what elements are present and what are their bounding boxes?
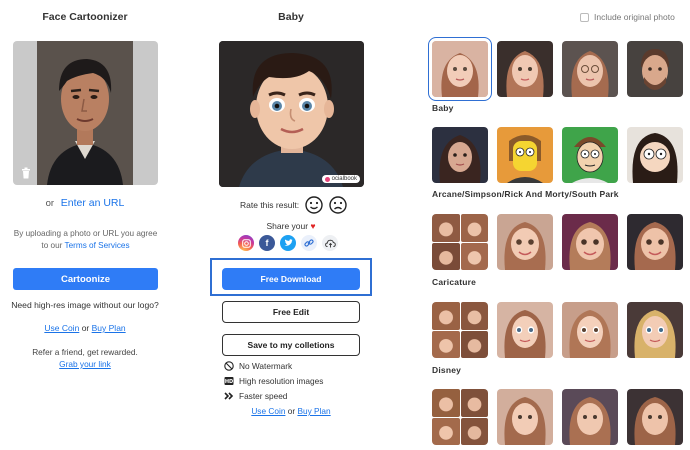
- style-thumb-caricature-3[interactable]: [562, 214, 618, 270]
- terms-link[interactable]: Terms of Services: [65, 241, 130, 250]
- style-thumb-rick-and-morty[interactable]: [562, 127, 618, 183]
- grab-link[interactable]: Grab your link: [59, 359, 111, 369]
- style-thumb-disney-collage[interactable]: [432, 302, 488, 358]
- share-row: Share your ♥: [200, 221, 382, 231]
- feature-no-watermark: No Watermark: [224, 361, 292, 371]
- fast-forward-icon: [224, 392, 234, 400]
- style-thumb-baby-1[interactable]: [428, 37, 492, 101]
- terms-notice: By uploading a photo or URL you agree to…: [13, 228, 158, 252]
- include-original-checkbox[interactable]: [580, 12, 589, 22]
- style-thumb-south-park[interactable]: [627, 127, 683, 183]
- include-original-label: Include original photo: [594, 12, 675, 22]
- cloud-upload-icon[interactable]: [322, 235, 338, 251]
- or-word: or: [81, 323, 90, 333]
- svg-text:HD: HD: [225, 379, 233, 385]
- category-label-caricature: Caricature: [432, 277, 477, 287]
- category-label-arcane: Arcane/Simpson/Rick And Morty/South Park: [432, 189, 619, 199]
- free-download-button[interactable]: Free Download: [222, 268, 360, 290]
- cartoon-portrait: [219, 41, 364, 187]
- portrait-image: [37, 41, 133, 185]
- feature-high-res: HD High resolution images: [224, 376, 323, 386]
- rate-label: Rate this result:: [240, 200, 300, 210]
- use-coin-link[interactable]: Use Coin: [251, 406, 285, 416]
- high-res-icon: HD: [224, 377, 234, 385]
- hires-text: Need high-res image without our logo?: [11, 300, 159, 310]
- include-original-toggle[interactable]: Include original photo: [580, 12, 675, 22]
- url-option: or Enter an URL: [0, 197, 170, 209]
- collage-grid: [432, 389, 488, 445]
- smile-icon[interactable]: [305, 196, 323, 214]
- style-thumb-arcane-1[interactable]: [432, 127, 488, 183]
- style-thumb-disney-4[interactable]: [627, 302, 683, 358]
- style-thumb-simpson[interactable]: [497, 127, 553, 183]
- category-label-baby: Baby: [432, 103, 454, 113]
- category-label-disney: Disney: [432, 365, 462, 375]
- instagram-icon[interactable]: [238, 235, 254, 251]
- watermark-logo-icon: [324, 176, 330, 182]
- social-buttons: f: [238, 235, 338, 251]
- feature-faster-speed: Faster speed: [224, 391, 287, 401]
- cartoonize-button[interactable]: Cartoonize: [13, 268, 158, 290]
- style-thumb-baby-4[interactable]: [627, 41, 683, 97]
- link-icon[interactable]: [301, 235, 317, 251]
- style-thumb-next-2[interactable]: [497, 389, 553, 445]
- no-watermark-icon: [224, 361, 234, 371]
- feature-label: High resolution images: [239, 376, 324, 386]
- feature-label: Faster speed: [239, 391, 288, 401]
- use-coin-link[interactable]: Use Coin: [44, 323, 79, 333]
- twitter-icon[interactable]: [280, 235, 296, 251]
- watermark-badge: ocialbook: [321, 175, 360, 183]
- or-text: or: [45, 198, 55, 209]
- heart-icon: ♥: [310, 221, 316, 231]
- cartoonizer-panel: Face Cartoonizer or Enter an URL By uplo…: [0, 0, 170, 450]
- feature-label: No Watermark: [239, 361, 293, 371]
- grab-link-row: Grab your link: [0, 359, 170, 369]
- enter-url-link[interactable]: Enter an URL: [61, 197, 125, 209]
- rate-row: Rate this result:: [240, 196, 347, 214]
- style-thumb-baby-3[interactable]: [562, 41, 618, 97]
- share-label: Share your: [266, 221, 309, 231]
- style-thumb-caricature-2[interactable]: [497, 214, 553, 270]
- collage-grid: [432, 302, 488, 358]
- trash-icon[interactable]: [21, 167, 31, 179]
- watermark-text: ocialbook: [331, 176, 357, 182]
- style-title: Baby: [278, 11, 304, 23]
- result-panel: Baby ocialbook Rate this result: Share y…: [200, 0, 382, 450]
- collage-grid: [432, 214, 488, 270]
- or-word: or: [287, 406, 296, 416]
- style-thumb-next-collage[interactable]: [432, 389, 488, 445]
- frown-icon[interactable]: [329, 196, 347, 214]
- panel-title: Face Cartoonizer: [42, 11, 128, 23]
- purchase-links: Use Coin or Buy Plan: [0, 323, 170, 333]
- style-thumb-next-3[interactable]: [562, 389, 618, 445]
- cartoon-result-image: ocialbook: [219, 41, 364, 187]
- buy-plan-link[interactable]: Buy Plan: [92, 323, 126, 333]
- purchase-links: Use Coin or Buy Plan: [200, 406, 382, 416]
- style-thumb-caricature-4[interactable]: [627, 214, 683, 270]
- uploaded-photo[interactable]: [13, 41, 158, 185]
- refer-text: Refer a friend, get rewarded.: [32, 347, 138, 357]
- style-thumb-disney-2[interactable]: [497, 302, 553, 358]
- save-to-collections-button[interactable]: Save to my colletions: [222, 334, 360, 356]
- buy-plan-link[interactable]: Buy Plan: [297, 406, 330, 416]
- facebook-icon[interactable]: f: [259, 235, 275, 251]
- style-thumb-baby-2[interactable]: [497, 41, 553, 97]
- style-thumb-caricature-collage[interactable]: [432, 214, 488, 270]
- style-thumb-next-4[interactable]: [627, 389, 683, 445]
- style-thumb-disney-3[interactable]: [562, 302, 618, 358]
- free-edit-button[interactable]: Free Edit: [222, 301, 360, 323]
